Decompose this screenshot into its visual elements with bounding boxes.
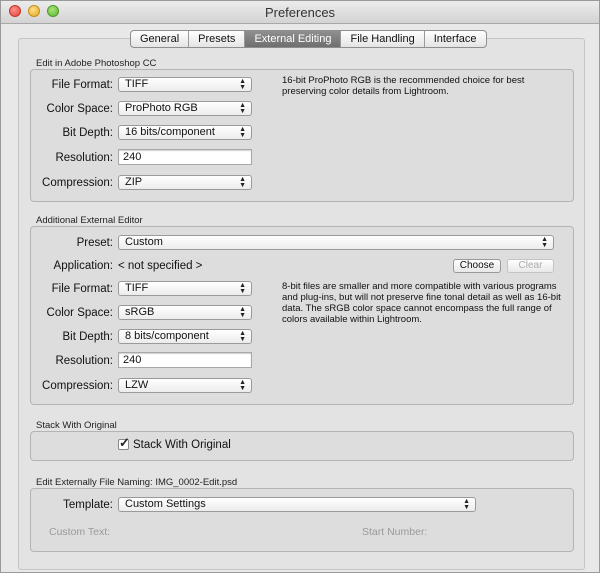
ps-bit-depth-popup[interactable]: 16 bits/component ▲ ▼	[118, 125, 252, 140]
popup-arrows-icon: ▲ ▼	[239, 78, 246, 91]
ext-file-format-popup[interactable]: TIFF ▲ ▼	[118, 281, 252, 296]
ps-bit-depth-label: Bit Depth:	[62, 127, 114, 139]
ps-compression-popup[interactable]: ZIP ▲ ▼	[118, 175, 252, 190]
ps-color-space-value: ProPhoto RGB	[125, 102, 198, 114]
popup-arrows-icon: ▲ ▼	[463, 498, 470, 511]
ext-resolution-field[interactable]: 240	[118, 352, 252, 368]
checkmark-icon: ✓	[119, 435, 130, 450]
photoshop-section-title: Edit in Adobe Photoshop CC	[36, 58, 157, 69]
stack-section-title: Stack With Original	[36, 420, 117, 431]
clear-button[interactable]: Clear	[507, 259, 554, 273]
title-bar[interactable]: Preferences	[1, 1, 599, 24]
template-value: Custom Settings	[125, 498, 206, 510]
ps-resolution-label: Resolution:	[55, 152, 113, 164]
custom-text-label: Custom Text:	[49, 526, 111, 538]
tab-presets[interactable]: Presets	[189, 31, 246, 47]
popup-arrows-icon: ▲ ▼	[239, 282, 246, 295]
preset-label: Preset:	[76, 237, 113, 249]
tab-external-editing[interactable]: External Editing	[245, 31, 342, 47]
template-label: Template:	[63, 499, 113, 511]
ext-color-space-value: sRGB	[125, 306, 155, 318]
popup-arrows-icon: ▲ ▼	[239, 102, 246, 115]
popup-arrows-icon: ▲ ▼	[239, 379, 246, 392]
application-label: Application:	[53, 260, 113, 272]
stack-with-original-label[interactable]: Stack With Original	[133, 439, 231, 451]
ext-compression-label: Compression:	[42, 380, 113, 392]
tab-file-handling[interactable]: File Handling	[341, 31, 425, 47]
ps-bit-depth-value: 16 bits/component	[125, 126, 215, 138]
popup-arrows-icon: ▲ ▼	[239, 330, 246, 343]
stack-group-box	[30, 431, 574, 461]
start-number-label: Start Number:	[362, 526, 428, 538]
ext-file-format-value: TIFF	[125, 282, 149, 294]
popup-arrows-icon: ▲ ▼	[239, 176, 246, 189]
ext-bit-depth-popup[interactable]: 8 bits/component ▲ ▼	[118, 329, 252, 344]
application-value: < not specified >	[118, 260, 203, 272]
ps-resolution-field[interactable]: 240	[118, 149, 252, 165]
ps-file-format-label: File Format:	[51, 79, 113, 91]
ext-bit-depth-value: 8 bits/component	[125, 330, 209, 342]
ext-compression-value: LZW	[125, 379, 149, 391]
ps-file-format-value: TIFF	[125, 78, 149, 90]
ext-bit-depth-label: Bit Depth:	[62, 331, 114, 343]
ps-color-space-label: Color Space:	[46, 103, 113, 115]
ps-recommendation-note: 16-bit ProPhoto RGB is the recommended c…	[282, 75, 525, 97]
ext-resolution-label: Resolution:	[55, 355, 113, 367]
template-popup[interactable]: Custom Settings ▲ ▼	[118, 497, 476, 512]
ps-compression-value: ZIP	[125, 176, 143, 188]
choose-button[interactable]: Choose	[453, 259, 501, 273]
additional-editor-section-title: Additional External Editor	[36, 215, 143, 226]
ext-color-space-popup[interactable]: sRGB ▲ ▼	[118, 305, 252, 320]
preset-popup[interactable]: Custom ▲ ▼	[118, 235, 554, 250]
tab-general[interactable]: General	[131, 31, 190, 47]
popup-arrows-icon: ▲ ▼	[239, 306, 246, 319]
window-title: Preferences	[264, 5, 336, 20]
preferences-tabs: General Presets External Editing File Ha…	[130, 30, 487, 48]
ext-compression-popup[interactable]: LZW ▲ ▼	[118, 378, 252, 393]
ps-color-space-popup[interactable]: ProPhoto RGB ▲ ▼	[118, 101, 252, 116]
ps-file-format-popup[interactable]: TIFF ▲ ▼	[118, 77, 252, 92]
tab-interface[interactable]: Interface	[425, 31, 486, 47]
ps-compression-label: Compression:	[42, 177, 113, 189]
preferences-window: Preferences General Presets External Edi…	[0, 0, 600, 573]
stack-with-original-checkbox[interactable]: ✓	[118, 435, 130, 450]
file-naming-section-title: Edit Externally File Naming: IMG_0002-Ed…	[36, 477, 238, 488]
popup-arrows-icon: ▲ ▼	[239, 126, 246, 139]
ext-color-space-label: Color Space:	[46, 307, 113, 319]
preset-value: Custom	[125, 236, 163, 248]
ext-compatibility-note: 8-bit files are smaller and more compati…	[282, 281, 561, 325]
ext-file-format-label: File Format:	[51, 283, 113, 295]
popup-arrows-icon: ▲ ▼	[541, 236, 548, 249]
